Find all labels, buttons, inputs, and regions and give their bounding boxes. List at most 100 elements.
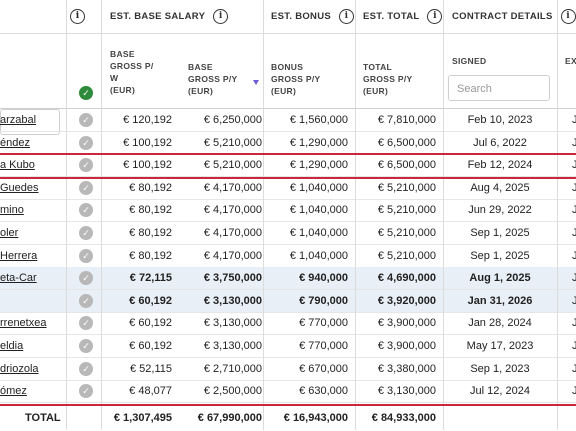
divider [557,0,558,430]
ex-cell-fragment: J [572,294,576,307]
total-cell: € 6,500,000 [377,136,436,149]
bonus-cell: € 770,000 [299,340,348,352]
check-icon[interactable]: ✓ [79,203,93,218]
table-row[interactable]: a Kubo € 100,192 € 5,210,000 € 1,290,000 € 6… [0,154,576,178]
name-cell[interactable]: a Kubo [0,154,60,176]
divider [263,0,264,430]
column-header-weekly[interactable]: BASE GROSS P/ W (EUR) [110,48,154,96]
signed-cell: Jul 6, 2022 [473,136,527,149]
divider [355,0,356,430]
name-cell[interactable]: rrenetxea [0,312,60,334]
info-icon[interactable]: i [70,9,85,24]
check-icon[interactable]: ✓ [79,86,93,100]
yearly-cell: € 4,170,000 [203,249,262,262]
weekly-cell: € 80,192 [129,181,172,194]
check-icon[interactable]: ✓ [79,158,93,173]
total-cell: € 5,210,000 [377,181,436,194]
name-cell[interactable]: driozola [0,358,60,380]
check-icon[interactable]: ✓ [79,135,93,150]
yearly-cell: € 2,500,000 [203,385,262,398]
signed-search-input[interactable]: Search [448,75,550,101]
weekly-cell: € 120,192 [123,114,172,126]
check-icon[interactable]: ✓ [79,384,93,399]
table-row[interactable]: Guedes € 80,192 € 4,170,000 € 1,040,000 € 5,… [0,177,576,200]
name-cell[interactable]: Guedes [0,177,60,199]
divider [66,0,67,430]
name-cell[interactable]: eldia [0,335,60,357]
column-header-ex[interactable]: EX [565,55,576,67]
table-row[interactable]: ómez € 48,077 € 2,500,000 € 630,000 € 3,130,… [0,380,576,404]
yearly-cell: € 4,170,000 [203,227,262,239]
check-icon[interactable]: ✓ [79,339,93,353]
name-cell[interactable]: eta-Car [0,267,60,289]
table-row[interactable]: rrenetxea € 60,192 € 3,130,000 € 770,000 € 3… [0,312,576,336]
name-cell[interactable] [0,290,60,312]
check-icon[interactable]: ✓ [79,271,93,286]
table-row[interactable]: driozola € 52,115 € 2,710,000 € 670,000 € 3,… [0,358,576,381]
bonus-cell: € 790,000 [299,294,348,307]
check-icon[interactable]: ✓ [79,361,93,376]
group-salary: EST. BASE SALARY i [110,0,229,33]
group-bonus: EST. BONUS i [271,0,355,33]
ex-cell-fragment: J [572,249,576,262]
total-cell: € 3,900,000 [377,340,436,352]
column-header-signed[interactable]: SIGNED [452,55,486,67]
check-icon[interactable]: ✓ [79,180,93,195]
signed-cell: Jan 28, 2024 [468,317,532,330]
name-cell[interactable]: oler [0,222,60,244]
name-cell[interactable]: arzabal [0,109,60,131]
sort-desc-icon[interactable] [253,80,259,85]
bonus-cell: € 1,290,000 [289,159,348,172]
info-icon[interactable]: i [213,9,229,24]
weekly-cell: € 100,192 [123,159,172,172]
name-cell[interactable]: mino [0,199,60,221]
bonus-cell: € 670,000 [299,362,348,375]
column-header-yearly[interactable]: BASE GROSS P/Y (EUR) [188,61,237,97]
signed-cell: Jan 31, 2026 [467,294,533,307]
table-row[interactable]: € 60,192 € 3,130,000 € 790,000 € 3,920,000 J… [0,289,576,313]
table-row[interactable]: Herrera € 80,192 € 4,170,000 € 1,040,000 € 5… [0,245,576,268]
bonus-cell: € 1,040,000 [289,181,348,194]
info-icon[interactable]: i [427,9,443,24]
table-row[interactable]: arzabal € 120,192 € 6,250,000 € 1,560,000 € … [0,109,576,132]
info-icon[interactable]: i [560,9,576,24]
signed-cell: Feb 10, 2023 [467,114,533,126]
table-row[interactable]: eldia € 60,192 € 3,130,000 € 770,000 € 3,900… [0,335,576,358]
table-row[interactable]: eta-Car € 72,115 € 3,750,000 € 940,000 € 4,6… [0,267,576,291]
ex-cell-fragment: J [572,181,576,194]
weekly-cell: € 60,192 [129,294,172,307]
divider [101,0,102,430]
signed-cell: Sep 1, 2025 [470,249,530,262]
group-header-row: i EST. BASE SALARY i EST. BONUS i EST. T… [0,0,576,34]
total-cell: € 3,920,000 [377,294,436,307]
bonus-cell: € 940,000 [299,272,348,285]
total-cell: € 5,210,000 [377,227,436,239]
check-icon[interactable]: ✓ [79,248,93,263]
highlight-line-bottom [0,177,576,179]
info-icon[interactable]: i [339,9,355,24]
bonus-cell: € 1,040,000 [289,204,348,217]
table-row[interactable]: éndez € 100,192 € 5,210,000 € 1,290,000 € 6,… [0,132,576,155]
total-cell: € 4,690,000 [377,272,436,285]
name-cell[interactable]: ómez [0,380,60,402]
weekly-cell: € 80,192 [129,204,172,217]
ex-cell-fragment: J [572,272,576,285]
column-header-bonus[interactable]: BONUS GROSS P/Y (EUR) [271,61,320,97]
check-icon[interactable]: ✓ [79,316,93,331]
yearly-cell: € 3,130,000 [203,317,262,330]
table-row[interactable]: mino € 80,192 € 4,170,000 € 1,040,000 € 5,21… [0,199,576,223]
table-row[interactable]: oler € 80,192 € 4,170,000 € 1,040,000 € 5,21… [0,222,576,245]
ex-cell-fragment: J [572,159,576,172]
name-cell[interactable]: Herrera [0,245,60,267]
total-total: € 84,933,000 [371,412,436,424]
name-cell[interactable]: éndez [0,132,60,154]
divider [443,0,444,430]
total-cell: € 5,210,000 [377,204,436,217]
column-header-total[interactable]: TOTAL GROSS P/Y (EUR) [363,61,412,97]
check-icon[interactable]: ✓ [79,226,93,240]
total-cell: € 3,380,000 [377,362,436,375]
check-icon[interactable]: ✓ [79,113,93,127]
check-icon[interactable]: ✓ [79,293,93,308]
yearly-cell: € 4,170,000 [203,181,262,194]
ex-cell-fragment: J [572,362,576,375]
